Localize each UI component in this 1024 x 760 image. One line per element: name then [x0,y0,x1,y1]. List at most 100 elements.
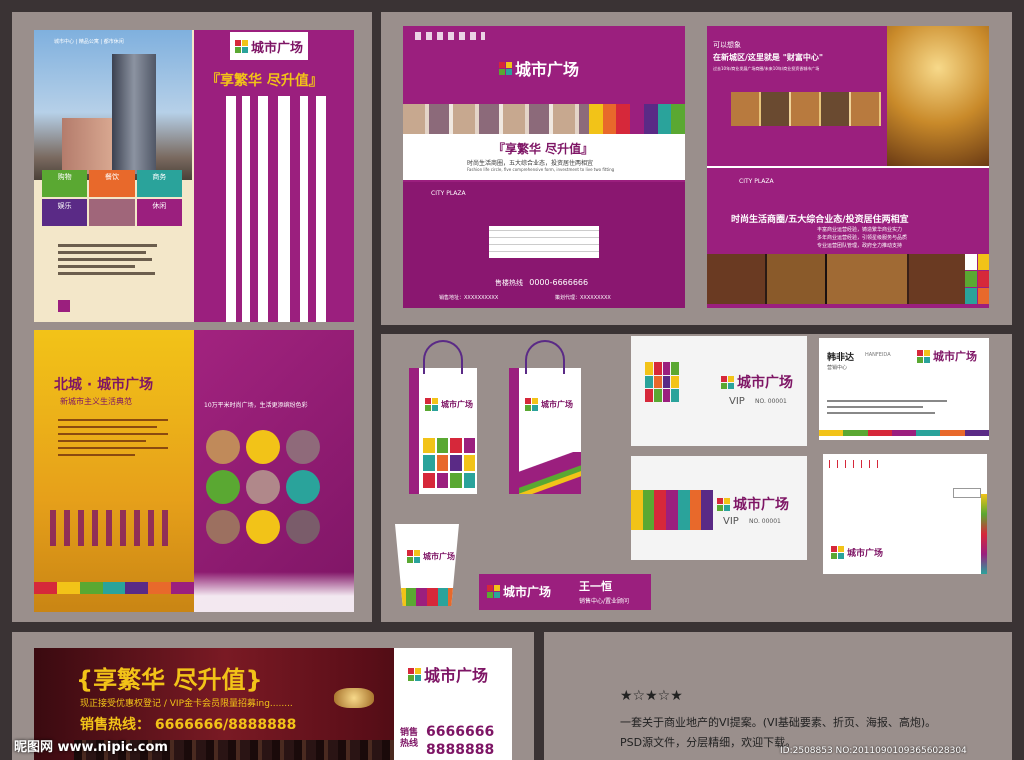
wealth-photo-strip [731,92,881,126]
badge-name: 王一恒 [579,580,612,593]
bag1-squares [423,438,475,488]
tag-entertainment: 娱乐 [42,199,88,226]
poster1-logo: 城市广场 [230,32,308,60]
vip1-mosaic [645,362,679,402]
folder-front-logo-text: 城市广场 [515,60,580,79]
photo-circle-5 [286,510,320,544]
vip-card-back: 城市广场 VIP NO. 00001 [631,456,807,560]
brochure-right: 10万平米时尚广场，生活更添缤纷色彩 [194,330,354,612]
brochure-left: 北城 · 城市广场 新城市主义生活典范 [34,330,195,612]
folder-hotline-label: 售楼热线 [495,279,523,287]
banner-hotline2-b: 8888888 [426,742,495,758]
teal-circle-1 [286,470,320,504]
folder-front: 城市广场 『享繁华 尽升值』 时尚生活商圈，五大综合业态，投资居住两相宜 Fas… [403,26,686,308]
bc-logo: 城市广场 [917,348,977,364]
folder-dev: 策划代理：XXXXXXXXX [555,295,611,301]
wealth-bullet-1: 丰富商业运营经验，铸造繁华商业实力 [817,227,903,233]
green-circle-1 [206,470,240,504]
brand-mark-icon [407,550,420,563]
folder-front-slogan: 『享繁华 尽升值』 [493,142,594,156]
brand-mark-icon [721,375,734,389]
panel-banner: {享繁华 尽升值} 现正接受优惠权登记 / VIP金卡会员限量招募ing....… [12,632,534,760]
brand-mark-icon [525,398,538,411]
poster1-logo-text: 城市广场 [250,40,303,56]
yellow-circle-2 [246,510,280,544]
panel-stationery: 城市广场 城市广场 城市广场 城市广场 王一恒 销售中心/置业顾问 城市广场 V… [381,334,1012,622]
folder-front-top-icons [415,32,485,40]
banner-hotline2-label: 销售热线 [400,728,419,749]
banner-hotline-row: 销售热线： 6666666/8888888 [80,714,296,734]
rating-stars: ★☆★☆★ [620,688,683,704]
shopping-bag-1: 城市广场 [409,340,477,494]
bc-title: 营销中心 [827,365,848,371]
folder-front-sub: 时尚生活商圈，五大综合业态，投资居住两相宜 [467,160,594,167]
folder-hotline: 0000-6666666 [529,278,589,287]
brochure-title: 北城 · 城市广场 [54,377,154,393]
envelope-logo: 城市广场 [831,546,883,559]
envelope: 城市广场 [823,454,987,574]
yellow-circle-1 [246,430,280,464]
city-skyline [194,572,354,612]
hotline-row: 售楼热线 0000-6666666 [495,278,588,288]
poster1-right: 城市广场 『享繁华 尽升值』 [194,30,354,322]
folder-front-colorbar [589,104,686,134]
tower-building [112,54,156,174]
vip2-logo-text: 城市广场 [733,497,789,513]
white-bar-2 [242,96,250,322]
white-bar-3 [258,96,268,322]
photo-circle-2 [286,430,320,464]
tower-photo: 城市中心 | 精品公寓 | 都市休闲 [34,30,192,180]
white-bar-4 [278,96,290,322]
banner-logo-text: 城市广场 [424,666,489,685]
wealth-divider [707,166,989,168]
bag2-logo: 城市广场 [525,398,573,411]
white-bar-6 [316,96,326,322]
gold-trophy [334,688,374,708]
banner-hotline: 6666666/8888888 [154,717,297,733]
banner-slogan: {享繁华 尽升值} [76,666,263,694]
poster1-footer-logo [58,300,70,312]
vip1-label: VIP [729,396,745,407]
panel-description: ★☆★☆★ 一套关于商业地产的VI提案。(VI基础要素、折页、海报、高炮)。 P… [544,632,1012,760]
folder-front-logo: 城市广场 [499,56,579,80]
cityplaza-label: CITY PLAZA [431,190,466,197]
poster-tower: 城市中心 | 精品公寓 | 都市休闲 购物 餐饮 商务 娱乐 休闲 城市广场 『… [34,30,354,322]
envelope-logo-text: 城市广场 [847,549,884,559]
brochure-body [58,414,168,461]
envelope-postcode [829,460,879,468]
watermark-right: ID:2508853 NO:20110901093656028304 [780,746,967,756]
brochure-subtitle: 新城市主义生活典范 [60,397,132,406]
tag-grid: 购物 餐饮 商务 娱乐 休闲 [42,170,182,226]
folder-addr: 销售地址：XXXXXXXXXX [439,295,499,301]
vip2-label: VIP [723,516,739,527]
watermark-left: 昵图网 www.nipic.com [14,740,168,755]
brand-mark-icon [234,39,248,53]
poster1-slogan: 『享繁华 尽升值』 [206,73,323,89]
banner-line2: 现正接受优惠权登记 / VIP金卡会员限量招募ing........ [80,699,293,709]
vip1-no: NO. 00001 [755,398,787,405]
wealth-bullet-3: 专业运营团队管理，政府全力推动支持 [817,243,903,249]
bag2-side [509,368,519,494]
tag-dining: 餐饮 [89,170,135,197]
folder-wealth: 可以想象 在新城区/这里就是 "财富中心" 过去10年/商业发展广场商圈/未来1… [707,26,989,308]
wealth-headline: 在新城区/这里就是 "财富中心" [713,53,824,62]
desc-line1: 一套关于商业地产的VI提案。(VI基础要素、折页、海报、高炮)。 [620,716,937,729]
wealth-stair-squares [965,254,989,304]
folder-front-sub-en: Fashion life circle, five comprehensive … [467,167,615,172]
vip2-stripes [631,490,714,530]
brochure-spread: 北城 · 城市广场 新城市主义生活典范 10万平米时尚广场，生活更添缤纷色彩 [34,330,354,612]
bc-name: 韩非达 [827,353,855,363]
wealth-bullet-2: 多年商业运营经验，引领星级服务与品质 [817,235,908,241]
folder-front-photo-band: 『享繁华 尽升值』 时尚生活商圈，五大综合业态，投资居住两相宜 Fashion … [403,104,686,180]
badge-logo-text: 城市广场 [503,585,552,599]
wealth-tagline: 时尚生活商圈/五大综合业态/投资居住两相宜 [731,215,909,225]
shopping-bag-2: 城市广场 [509,340,581,494]
vip1-logo: 城市广场 [721,372,793,392]
bag2-handle [525,340,565,374]
nightlife-photos [707,254,965,304]
tag-photo [89,199,135,226]
brand-mark-icon [487,585,500,598]
bc-name-en: HANFEIDA [865,352,891,358]
white-bar-5 [300,96,308,322]
paper-cup: 城市广场 [395,524,459,606]
